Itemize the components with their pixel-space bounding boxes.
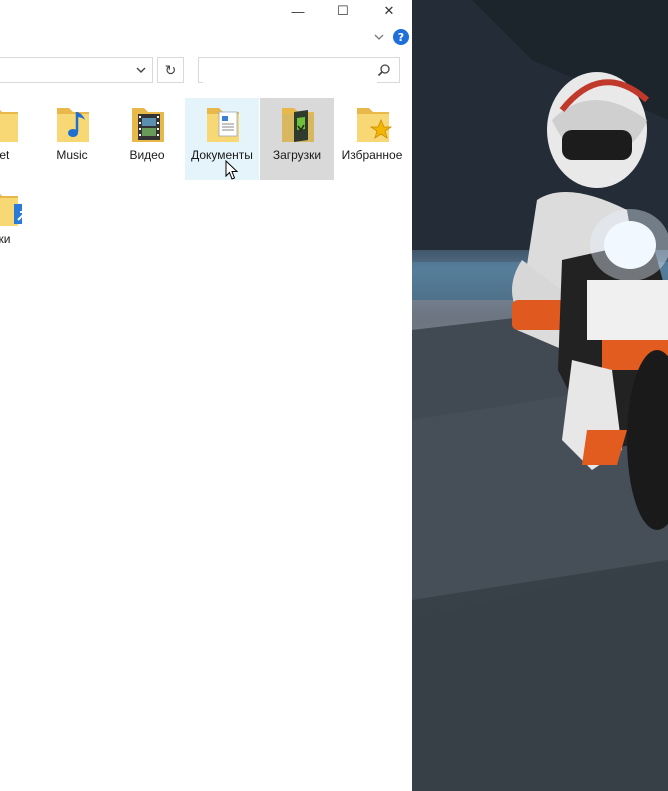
folder-item-downloads[interactable]: Загрузки <box>260 98 334 180</box>
folder-label: Избранное <box>341 148 403 162</box>
shortcut-label: лки <box>0 232 11 246</box>
minimize-button[interactable]: — <box>275 0 321 22</box>
help-button[interactable]: ? <box>393 29 409 45</box>
shortcut-item[interactable]: лки <box>0 182 38 264</box>
folder-item[interactable]: net <box>0 98 38 180</box>
folder-item-music[interactable]: Music <box>35 98 109 180</box>
favorites-folder-icon <box>357 108 393 142</box>
shortcut-icon <box>0 194 22 226</box>
search-icon[interactable] <box>377 63 391 77</box>
video-folder-icon <box>132 108 164 142</box>
desktop-wallpaper <box>412 0 668 791</box>
search-input[interactable] <box>203 59 377 83</box>
folder-icon <box>0 110 18 142</box>
motorcycle-rider-image <box>412 0 668 791</box>
music-folder-icon <box>57 108 89 142</box>
mouse-cursor-icon <box>225 160 239 180</box>
folder-item-favorites[interactable]: Избранное <box>335 98 409 180</box>
folder-label: Загрузки <box>272 148 322 162</box>
ribbon-expand-chevron-icon[interactable] <box>372 30 386 44</box>
folder-label: Music <box>56 148 88 162</box>
file-explorer-window: — ☐ ✕ ? ↻ net Music <box>0 0 412 791</box>
title-bar: — ☐ ✕ <box>0 0 412 22</box>
close-button[interactable]: ✕ <box>366 0 412 22</box>
folder-label: net <box>0 148 10 162</box>
folder-label: Видео <box>129 148 165 162</box>
downloads-folder-icon <box>282 108 314 142</box>
maximize-button[interactable]: ☐ <box>320 0 366 22</box>
address-history-chevron-icon[interactable] <box>133 62 149 78</box>
folder-item-documents[interactable]: Документы <box>185 98 259 180</box>
folder-label: Документы <box>191 148 253 162</box>
documents-folder-icon <box>207 108 239 142</box>
address-bar[interactable] <box>0 57 153 83</box>
search-box[interactable] <box>198 57 400 83</box>
refresh-button[interactable]: ↻ <box>157 57 184 83</box>
folder-item-video[interactable]: Видео <box>110 98 184 180</box>
